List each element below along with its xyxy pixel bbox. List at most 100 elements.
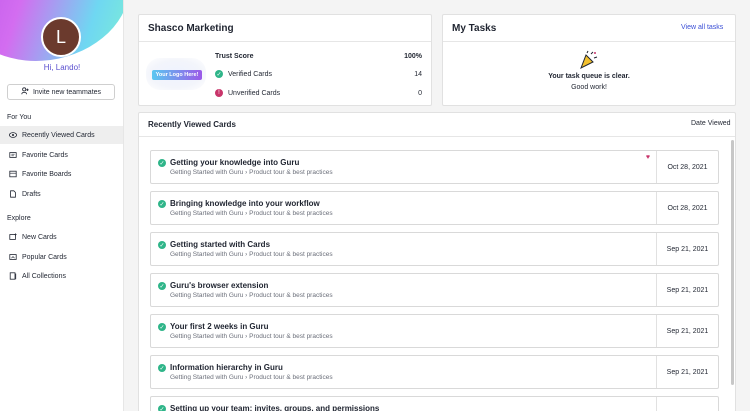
sidebar-item-label: Drafts [22,190,41,198]
recent-title: Recently Viewed Cards [148,120,236,129]
verified-check-icon: ✓ [158,323,166,331]
card-date-viewed [656,397,718,411]
card-board: Product tour & best practices [249,251,333,258]
verified-check-icon: ✓ [158,282,166,290]
divider [139,41,431,42]
invite-label: Invite new teammates [32,88,102,96]
greeting: Hi, Lando! [43,63,81,72]
card-date-viewed: Oct 28, 2021 [656,151,718,183]
view-all-tasks-link[interactable]: View all tasks [681,24,723,31]
sidebar-item-label: Recently Viewed Cards [22,131,95,139]
card-title[interactable]: Getting your knowledge into Guru [170,158,299,167]
card-date-viewed: Sep 21, 2021 [656,233,718,265]
heart-icon[interactable]: ♥ [646,154,650,161]
card-breadcrumb: Getting Started with Guru › Product tour… [170,251,333,258]
card-board: Product tour & best practices [249,333,333,340]
verified-cards-value: 14 [414,70,422,78]
date-viewed-header[interactable]: Date Viewed [691,120,731,127]
card-row[interactable]: ✓ Bringing knowledge into your workflow Ge… [150,191,719,225]
sidebar-item-popular-cards[interactable]: Popular Cards [0,248,123,266]
unverified-alert-icon: ! [215,89,223,97]
tasks-clear-message: Your task queue is clear. [548,73,630,80]
invite-teammates-button[interactable]: Invite new teammates [7,84,115,100]
collections-icon [9,272,17,280]
sidebar-item-label: Favorite Boards [22,170,72,178]
card-title[interactable]: Getting started with Cards [170,240,270,249]
card-icon [9,151,17,159]
unverified-cards-row[interactable]: ! Unverified Cards 0 [215,87,422,99]
sidebar-item-label: Popular Cards [22,253,67,261]
sidebar-item-all-collections[interactable]: All Collections [0,267,123,285]
drafts-icon [9,190,17,198]
explore-label: Explore [7,215,31,222]
card-board: Product tour & best practices [249,292,333,299]
verified-check-icon: ✓ [215,70,223,78]
person-add-icon [21,87,29,97]
verified-check-icon: ✓ [158,159,166,167]
verified-check-icon: ✓ [158,364,166,372]
card-date-viewed: Sep 21, 2021 [656,315,718,347]
card-collection: Getting Started with Guru [170,210,244,217]
card-breadcrumb: Getting Started with Guru › Product tour… [170,210,333,217]
popular-icon [9,253,17,261]
for-you-label: For You [7,114,32,121]
card-collection: Getting Started with Guru [170,292,244,299]
team-title: Shasco Marketing [148,23,234,34]
trust-score-label: Trust Score [215,52,254,60]
logo-chip[interactable]: Your Logo Here! [152,70,202,80]
eye-icon [9,131,17,139]
card-title[interactable]: Bringing knowledge into your workflow [170,199,320,208]
sidebar-item-favorite-boards[interactable]: Favorite Boards [0,165,123,183]
board-icon [9,170,17,178]
tasks-good-work: Good work! [571,84,607,91]
card-date-viewed: Oct 28, 2021 [656,192,718,224]
verified-check-icon: ✓ [158,405,166,411]
card-collection: Getting Started with Guru [170,333,244,340]
trust-score-value: 100% [404,52,422,60]
sidebar-item-recently-viewed[interactable]: Recently Viewed Cards [0,126,123,144]
avatar[interactable]: L [41,17,81,57]
sidebar-item-label: Favorite Cards [22,151,68,159]
card-title[interactable]: Your first 2 weeks in Guru [170,322,269,331]
sidebar-item-drafts[interactable]: Drafts [0,185,123,203]
card-date-viewed: Sep 21, 2021 [656,274,718,306]
card-collection: Getting Started with Guru [170,169,244,176]
card-date-viewed: Sep 21, 2021 [656,356,718,388]
card-row[interactable]: ✓ Information hierarchy in Guru Getting St… [150,355,719,389]
sidebar-item-favorite-cards[interactable]: Favorite Cards [0,146,123,164]
card-row[interactable]: ✓ Your first 2 weeks in Guru Getting Start… [150,314,719,348]
card-title[interactable]: Guru's browser extension [170,281,268,290]
card-breadcrumb: Getting Started with Guru › Product tour… [170,374,333,381]
card-breadcrumb: Getting Started with Guru › Product tour… [170,333,333,340]
card-row[interactable]: ✓ Setting up your team: invites, groups, … [150,396,719,411]
card-row[interactable]: ✓ Guru's browser extension Getting Started… [150,273,719,307]
verified-check-icon: ✓ [158,200,166,208]
party-horn-icon [578,50,598,72]
card-title[interactable]: Information hierarchy in Guru [170,363,283,372]
trust-score-row: Trust Score 100% [215,50,422,62]
sidebar: L Hi, Lando! Invite new teammates For Yo… [0,0,124,411]
card-board: Product tour & best practices [249,374,333,381]
sidebar-item-label: All Collections [22,272,66,280]
verified-cards-row[interactable]: ✓ Verified Cards 14 [215,68,422,80]
verified-cards-label: Verified Cards [228,70,272,78]
card-board: Product tour & best practices [249,210,333,217]
card-breadcrumb: Getting Started with Guru › Product tour… [170,169,333,176]
verified-check-icon: ✓ [158,241,166,249]
card-breadcrumb: Getting Started with Guru › Product tour… [170,292,333,299]
unverified-cards-label: Unverified Cards [228,89,281,97]
sidebar-item-label: New Cards [22,233,57,241]
card-title[interactable]: Setting up your team: invites, groups, a… [170,404,379,411]
divider [443,41,735,42]
card-row[interactable]: ✓ Getting your knowledge into Guru Getting… [150,150,719,184]
card-board: Product tour & best practices [249,169,333,176]
scrollbar-thumb[interactable] [731,140,734,385]
card-row[interactable]: ✓ Getting started with Cards Getting Start… [150,232,719,266]
sidebar-item-new-cards[interactable]: New Cards [0,228,123,246]
unverified-cards-value: 0 [418,89,422,97]
card-collection: Getting Started with Guru [170,374,244,381]
card-collection: Getting Started with Guru [170,251,244,258]
divider [139,136,735,137]
tasks-title: My Tasks [452,23,497,34]
new-card-icon [9,233,17,241]
